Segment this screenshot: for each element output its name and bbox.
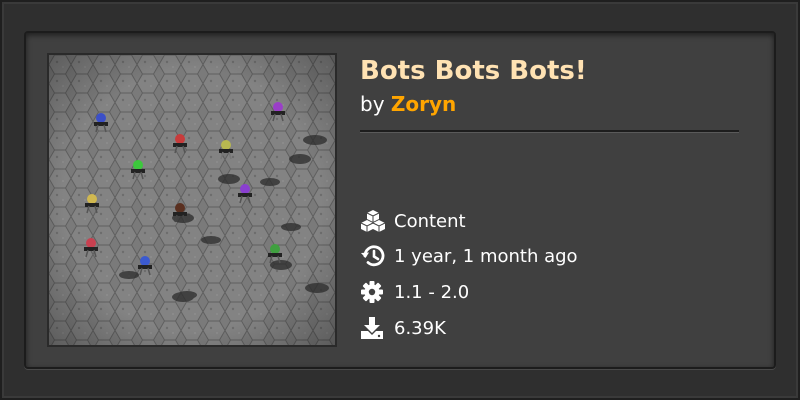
- download-icon: [360, 315, 388, 341]
- category-label: Content: [394, 210, 466, 232]
- mod-thumbnail[interactable]: [47, 53, 337, 347]
- updated-label: 1 year, 1 month ago: [394, 245, 578, 267]
- history-icon: [360, 243, 388, 269]
- updated-row: 1 year, 1 month ago: [360, 243, 578, 269]
- gear-icon: [360, 279, 388, 305]
- author-line: by Zoryn: [360, 92, 456, 116]
- cubes-icon: [360, 208, 388, 234]
- version-row: 1.1 - 2.0: [360, 279, 469, 305]
- version-label: 1.1 - 2.0: [394, 281, 470, 303]
- category-row: Content: [360, 208, 466, 234]
- downloads-row: 6.39K: [360, 315, 446, 341]
- mod-title[interactable]: Bots Bots Bots!: [360, 56, 587, 86]
- downloads-label: 6.39K: [394, 317, 446, 339]
- divider: [360, 130, 739, 133]
- author-link[interactable]: Zoryn: [391, 92, 456, 116]
- by-label: by: [360, 92, 385, 116]
- thumbnail-image: [49, 55, 335, 345]
